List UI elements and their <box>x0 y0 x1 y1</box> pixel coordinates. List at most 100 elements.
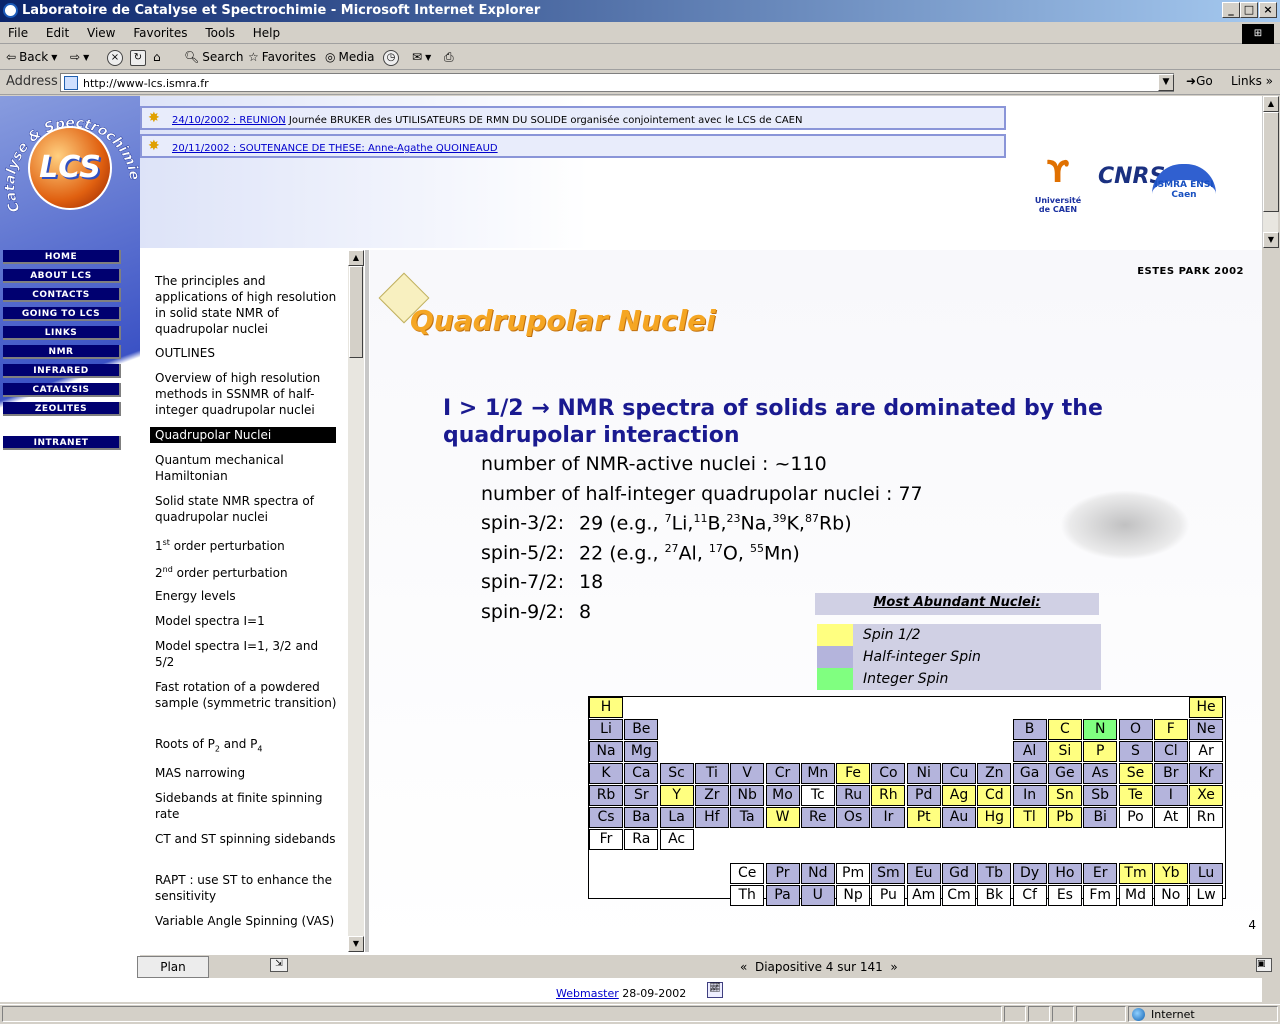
outline-item[interactable]: Model spectra I=1 <box>155 613 341 629</box>
window-title-bar[interactable]: Laboratoire de Catalyse et Spectrochimie… <box>0 0 1280 22</box>
nav-contacts[interactable]: CONTACTS <box>3 288 121 302</box>
outline-item[interactable]: Quantum mechanical Hamiltonian <box>155 452 341 484</box>
menu-favorites[interactable]: Favorites <box>125 22 193 40</box>
star-icon: ✸ <box>148 138 160 154</box>
outline-item[interactable]: The principles and applications of high … <box>155 273 341 337</box>
outline-item[interactable]: Energy levels <box>155 588 341 604</box>
nav-nmr[interactable]: NMR <box>3 345 121 359</box>
element-cm: Cm <box>942 885 976 906</box>
address-dropdown-button[interactable]: ▼ <box>1158 74 1174 91</box>
scroll-thumb[interactable] <box>1263 112 1279 212</box>
page-icon <box>64 76 78 90</box>
element-ti: Ti <box>694 763 729 784</box>
history-button[interactable]: ◷ <box>383 50 399 66</box>
print-icon: ⎙ <box>444 50 454 64</box>
scroll-up-arrow-icon[interactable]: ▲ <box>1263 96 1279 112</box>
universite-caen-logo[interactable]: ϒ Université de CAEN <box>1028 150 1088 216</box>
element-dy: Dy <box>1012 863 1047 884</box>
previous-slide-icon[interactable]: « <box>740 960 747 974</box>
favorites-button[interactable]: ☆ Favorites <box>248 50 316 64</box>
pane-splitter[interactable] <box>365 250 369 952</box>
nav-catalysis[interactable]: CATALYSIS <box>3 383 121 397</box>
outline-item-selected[interactable]: Quadrupolar Nuclei <box>150 427 336 443</box>
scroll-up-arrow-icon[interactable]: ▲ <box>348 250 364 266</box>
element-kr: Kr <box>1189 763 1224 784</box>
news-link[interactable]: 20/11/2002 : SOUTENANCE DE THESE: Anne-A… <box>172 143 498 154</box>
mail-button[interactable]: ✉ ▼ <box>412 50 431 64</box>
scroll-down-arrow-icon[interactable]: ▼ <box>348 936 364 952</box>
nav-about-lcs[interactable]: ABOUT LCS <box>3 269 121 283</box>
outline-item[interactable]: Sidebands at finite spinning rate <box>155 790 341 822</box>
nav-going-to-lcs[interactable]: GOING TO LCS <box>3 307 121 321</box>
plan-button[interactable]: Plan <box>137 956 209 978</box>
nav-links[interactable]: LINKS <box>3 326 121 340</box>
forward-arrow-icon: ⇨ <box>70 50 81 64</box>
next-slide-icon[interactable]: » <box>890 960 897 974</box>
banner-scrollbar[interactable]: ▲ ▼ <box>1262 96 1279 248</box>
webmaster-link[interactable]: Webmaster <box>556 987 619 1000</box>
go-button[interactable]: ➜Go <box>1186 74 1213 88</box>
back-label: Back <box>19 50 49 64</box>
outline-item[interactable]: 2nd order perturbation <box>155 562 341 581</box>
nav-intranet[interactable]: INTRANET <box>3 436 121 450</box>
element-zn: Zn <box>977 763 1012 784</box>
menu-view[interactable]: View <box>79 22 121 40</box>
element-xe: Xe <box>1189 785 1224 806</box>
spin-count: 29 <box>579 512 604 535</box>
statistics-icon[interactable]: 📈︎ <box>707 982 723 998</box>
outline-item[interactable]: Roots of P2 and P4 <box>155 736 341 757</box>
outline-item[interactable]: Solid state NMR spectra of quadrupolar n… <box>155 493 341 525</box>
outline-scroll-thumb[interactable] <box>349 266 363 358</box>
nav-home[interactable]: HOME <box>3 250 121 264</box>
outline-item[interactable]: OUTLINES <box>155 345 341 361</box>
outline-item[interactable]: Overview of high resolution methods in S… <box>155 370 341 418</box>
nav-infrared[interactable]: INFRARED <box>3 364 121 378</box>
slide-headline: I > 1/2 → NMR spectra of solids are domi… <box>443 396 1103 448</box>
element-li: Li <box>589 719 623 740</box>
scroll-down-arrow-icon[interactable]: ▼ <box>1263 232 1279 248</box>
fullscreen-icon[interactable]: ▣ <box>1256 958 1272 972</box>
element-s: S <box>1118 741 1153 762</box>
links-button[interactable]: Links » <box>1231 74 1273 88</box>
element-hf: Hf <box>694 807 729 828</box>
close-button[interactable]: × <box>1259 2 1277 18</box>
minimize-button[interactable]: _ <box>1222 2 1240 18</box>
slide-counter-label: Diapositive 4 sur 141 <box>754 960 883 974</box>
news-text: Journée BRUKER des UTILISATEURS DE RMN D… <box>285 115 803 126</box>
lcs-logo[interactable]: LCS <box>28 126 112 210</box>
legend-row: Integer Spin <box>817 668 1101 690</box>
spin-7-2-line: spin-7/2: 18 <box>481 571 603 593</box>
refresh-button[interactable]: ↻ <box>130 50 146 66</box>
element-sb: Sb <box>1083 785 1118 806</box>
forward-button[interactable]: ⇨ ▼ <box>70 50 89 64</box>
element-au: Au <box>942 807 976 828</box>
element-pu: Pu <box>871 885 906 906</box>
media-icon: ◎ <box>325 50 336 64</box>
nav-zeolites[interactable]: ZEOLITES <box>3 402 121 416</box>
element-mo: Mo <box>765 785 800 806</box>
outline-item[interactable]: Model spectra I=1, 3/2 and 5/2 <box>155 638 341 670</box>
maximize-button[interactable]: □ <box>1240 2 1258 18</box>
expand-outline-icon[interactable]: ⇲ <box>270 958 288 972</box>
media-button[interactable]: ◎ Media <box>325 50 375 64</box>
stop-button[interactable]: × <box>107 50 123 66</box>
outline-item[interactable]: Fast rotation of a powdered sample (symm… <box>155 679 341 711</box>
element-ar: Ar <box>1189 741 1224 762</box>
news-link[interactable]: 24/10/2002 : REUNION <box>172 115 286 126</box>
outline-item[interactable]: CT and ST spinning sidebands <box>155 831 341 847</box>
menu-file[interactable]: File <box>0 22 34 40</box>
outline-item[interactable]: MAS narrowing <box>155 765 341 781</box>
outline-item[interactable]: 1st order perturbation <box>155 535 341 554</box>
ismra-logo[interactable]: ISMRA ENSI Caen <box>1152 164 1216 210</box>
outline-item[interactable]: Variable Angle Spinning (VAS) <box>155 913 341 929</box>
menu-tools[interactable]: Tools <box>197 22 241 40</box>
address-input[interactable]: http://www-lcs.ismra.fr <box>60 73 1174 92</box>
print-button[interactable]: ⎙ <box>444 50 454 65</box>
back-button[interactable]: ⇦ Back ▼ <box>6 50 57 64</box>
home-button[interactable]: ⌂ <box>153 50 161 64</box>
refresh-icon: ↻ <box>130 50 146 66</box>
menu-help[interactable]: Help <box>245 22 286 40</box>
outline-item[interactable]: RAPT : use ST to enhance the sensitivity <box>155 872 341 904</box>
search-button[interactable]: 🔍︎ Search <box>184 50 243 64</box>
menu-edit[interactable]: Edit <box>38 22 75 40</box>
